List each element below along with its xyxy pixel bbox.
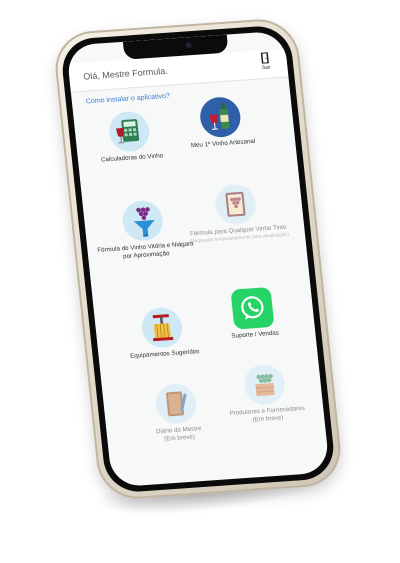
tile-equipamentos[interactable]: Equipamentos Sugeridos: [110, 304, 215, 362]
tile-primeiro-vinho[interactable]: Meu 1º Vinho Artesanal: [168, 94, 273, 152]
wine-bottle-icon: [198, 95, 243, 139]
grape-crate-icon: [242, 363, 287, 406]
camera-icon: [185, 42, 192, 49]
whatsapp-icon: [230, 287, 275, 330]
tile-formula-tinto[interactable]: Fórmula para Qualquer Vinho Tinto (bloqu…: [183, 181, 289, 246]
tile-label: Meu 1º Vinho Artesanal: [190, 137, 256, 150]
phone-frame: Olá, Mestre Formula. Sair Como instalar …: [51, 16, 345, 502]
tile-calculadoras[interactable]: Calculadoras do Vinho: [77, 108, 182, 166]
tile-formula-vitoria[interactable]: Fórmula do Vinho Vitória e Niágara por A…: [91, 197, 197, 263]
phone-bezel: Olá, Mestre Formula. Sair Como instalar …: [59, 24, 337, 494]
exit-label: Sair: [261, 64, 272, 72]
tile-produtores[interactable]: Produtores e Fornecedores (Em breve): [212, 361, 318, 427]
exit-button[interactable]: Sair: [256, 51, 276, 71]
tile-suporte-vendas[interactable]: Suporte / Vendas: [200, 285, 305, 343]
tile-label: Suporte / Vendas: [231, 329, 280, 340]
door-exit-icon: [260, 52, 269, 64]
grape-book-icon: [213, 182, 258, 226]
tile-label: Fórmula do Vinho Vitória e Niágara por A…: [96, 240, 194, 261]
tile-label: Calculadoras do Vinho: [100, 152, 164, 164]
app-screen: Olá, Mestre Formula. Sair Como instalar …: [65, 30, 331, 488]
install-help-link[interactable]: Como instalar o aplicativo?: [86, 93, 171, 106]
calculator-wine-icon: [107, 110, 152, 153]
tile-label: Equipamentos Sugeridos: [129, 348, 200, 360]
funnel-grapes-icon: [120, 199, 165, 243]
greeting-text: Olá, Mestre Formula.: [82, 65, 169, 82]
notebook-pen-icon: [153, 382, 199, 426]
wine-press-icon: [139, 306, 185, 349]
product-mockup: Olá, Mestre Formula. Sair Como instalar …: [0, 0, 400, 563]
